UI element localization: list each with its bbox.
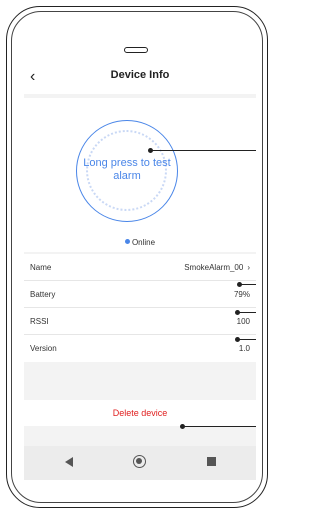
row-label: Version <box>30 344 57 353</box>
callout-dot <box>235 310 240 315</box>
device-name-value: SmokeAlarm_00 <box>184 263 244 272</box>
callout-dot <box>237 282 242 287</box>
phone-speaker <box>124 47 148 53</box>
android-nav-bar <box>24 446 256 480</box>
version-value: 1.0 <box>238 344 250 353</box>
delete-device-button[interactable]: Delete device <box>24 400 256 426</box>
battery-value: 79% <box>233 290 250 299</box>
callout-line-alarm <box>150 150 256 151</box>
app-header: ‹ Device Info <box>24 60 256 94</box>
chevron-right-icon: › <box>247 263 250 272</box>
test-alarm-button[interactable]: Long press to test alarm <box>76 120 178 222</box>
rssi-value: 100 <box>236 317 250 326</box>
callout-line-delete <box>182 426 256 427</box>
row-label: Battery <box>30 290 56 299</box>
callout-dot <box>235 337 240 342</box>
callout-dot <box>148 148 153 153</box>
row-value: SmokeAlarm_00 › <box>184 263 250 272</box>
device-info-screen: ‹ Device Info Long press to test alarm O… <box>24 60 256 480</box>
nav-home-icon[interactable] <box>133 455 146 468</box>
alarm-section: Long press to test alarm Online <box>24 98 256 252</box>
test-alarm-label: Long press to test alarm <box>83 157 171 182</box>
info-list: Name SmokeAlarm_00 › Battery 79% RSSI 100… <box>24 254 256 362</box>
version-row: Version 1.0 <box>24 335 256 362</box>
page-title: Device Info <box>110 69 170 81</box>
nav-back-icon[interactable] <box>65 457 73 467</box>
online-dot-icon <box>124 239 130 245</box>
name-row[interactable]: Name SmokeAlarm_00 › <box>24 254 256 281</box>
row-label: RSSI <box>30 317 49 326</box>
nav-recent-icon[interactable] <box>207 457 216 466</box>
callout-dot <box>180 424 185 429</box>
row-label: Name <box>30 263 52 272</box>
status-text: Online <box>131 238 156 247</box>
rssi-row: RSSI 100 <box>24 308 256 335</box>
battery-row: Battery 79% <box>24 281 256 308</box>
status-indicator: Online <box>24 238 256 247</box>
